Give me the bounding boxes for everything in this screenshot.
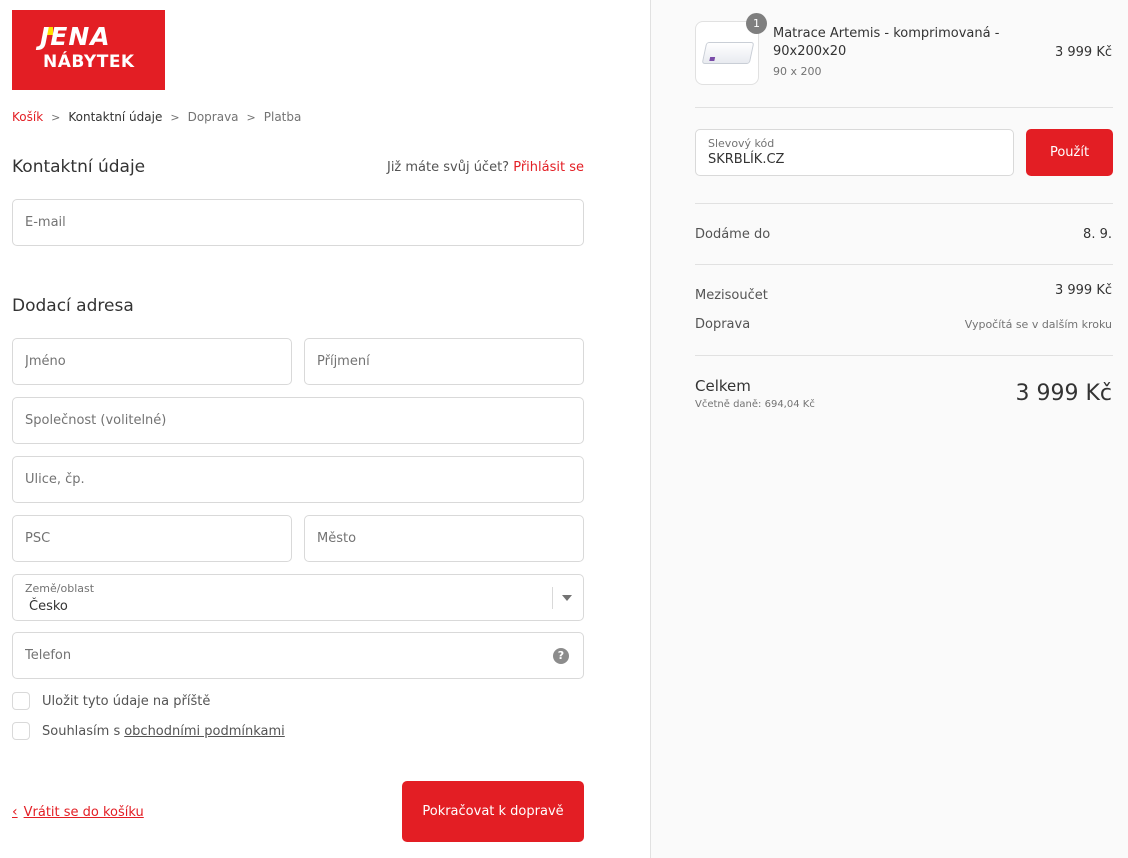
last-name-field: [304, 338, 584, 385]
city-field: [304, 515, 584, 562]
logo-line2: NÁBYTEK: [43, 52, 135, 72]
breadcrumb-payment: Platba: [263, 110, 302, 124]
subtotal-label: Mezisoučet: [695, 288, 768, 303]
save-info-label: Uložit tyto údaje na příště: [42, 693, 211, 709]
chevron-down-icon[interactable]: [562, 595, 572, 601]
address-section-title: Dodací adresa: [12, 296, 134, 316]
terms-label: Souhlasím s: [42, 723, 121, 739]
login-prompt-text: Již máte svůj účet?: [386, 160, 510, 175]
company-input[interactable]: [13, 398, 583, 443]
discount-code-label: Slevový kód: [708, 137, 775, 150]
street-input[interactable]: [13, 457, 583, 502]
apply-discount-button[interactable]: Použít: [1026, 129, 1113, 176]
contact-section-title: Kontaktní údaje: [12, 157, 146, 177]
shipping-label: Doprava: [695, 317, 751, 332]
continue-to-shipping-button[interactable]: Pokračovat k dopravě: [402, 781, 584, 842]
subtotal-value: 3 999 Kč: [1054, 283, 1112, 298]
jena-logo[interactable]: JENA NÁBYTEK: [12, 10, 165, 90]
discount-code-value: SKRBLÍK.CZ: [708, 152, 785, 167]
delivery-label: Dodáme do: [695, 227, 771, 242]
breadcrumb-shipping: Doprava: [187, 110, 239, 124]
city-input[interactable]: [305, 516, 583, 561]
chevron-right-icon: >: [246, 110, 256, 124]
checkbox-box[interactable]: [12, 722, 30, 740]
breadcrumb-contact: Kontaktní údaje: [68, 110, 163, 124]
country-value: Česko: [29, 599, 68, 614]
chevron-right-icon: >: [51, 110, 61, 124]
breadcrumb: Košík > Kontaktní údaje > Doprava > Plat…: [12, 110, 301, 124]
checkout-form-panel: JENA NÁBYTEK Košík > Kontaktní údaje > D…: [0, 0, 650, 858]
zip-input[interactable]: [13, 516, 291, 561]
product-variant: 90 x 200: [773, 65, 822, 78]
divider: [695, 107, 1113, 108]
total-label: Celkem: [695, 377, 751, 395]
last-name-input[interactable]: [305, 339, 583, 384]
chevron-right-icon: >: [170, 110, 180, 124]
phone-field: ?: [12, 632, 584, 679]
divider: [695, 355, 1113, 356]
terms-link[interactable]: obchodními podmínkami: [124, 724, 285, 739]
email-field: [12, 199, 584, 246]
back-to-cart-label: Vrátit se do košíku: [23, 804, 144, 820]
chevron-left-icon: ‹: [12, 804, 18, 820]
country-label: Země/oblast: [25, 582, 95, 595]
first-name-input[interactable]: [13, 339, 291, 384]
quantity-badge: 1: [746, 13, 767, 34]
mattress-image: [701, 42, 755, 64]
product-price: 3 999 Kč: [1054, 45, 1112, 60]
order-summary-panel: 1 Matrace Artemis - komprimovaná - 90x20…: [650, 0, 1128, 858]
logo-line1: JENA: [40, 22, 111, 51]
phone-input[interactable]: [13, 633, 583, 678]
save-info-checkbox[interactable]: Uložit tyto údaje na příště: [12, 692, 210, 710]
country-select[interactable]: Země/oblast Česko: [12, 574, 584, 621]
zip-field: [12, 515, 292, 562]
shipping-value: Vypočítá se v dalším kroku: [964, 318, 1112, 331]
terms-checkbox[interactable]: Souhlasím s obchodními podmínkami: [12, 722, 285, 740]
breadcrumb-cart[interactable]: Košík: [12, 110, 43, 124]
email-input[interactable]: [13, 200, 583, 245]
login-prompt: Již máte svůj účet? Přihlásit se: [387, 160, 584, 175]
discount-code-field[interactable]: Slevový kód SKRBLÍK.CZ: [695, 129, 1014, 176]
company-field: [12, 397, 584, 444]
delivery-value: 8. 9.: [1083, 227, 1112, 242]
first-name-field: [12, 338, 292, 385]
tax-note: Včetně daně: 694,04 Kč: [695, 399, 815, 410]
total-value: 3 999 Kč: [1015, 381, 1113, 406]
street-field: [12, 456, 584, 503]
login-link[interactable]: Přihlásit se: [513, 160, 584, 175]
select-divider: [552, 587, 553, 609]
divider: [695, 264, 1113, 265]
product-thumbnail: 1: [695, 13, 767, 85]
divider: [695, 203, 1113, 204]
back-to-cart-link[interactable]: ‹ Vrátit se do košíku: [12, 804, 144, 820]
checkbox-box[interactable]: [12, 692, 30, 710]
product-name: Matrace Artemis - komprimovaná - 90x200x…: [773, 26, 1000, 59]
question-mark-icon[interactable]: ?: [553, 648, 569, 664]
